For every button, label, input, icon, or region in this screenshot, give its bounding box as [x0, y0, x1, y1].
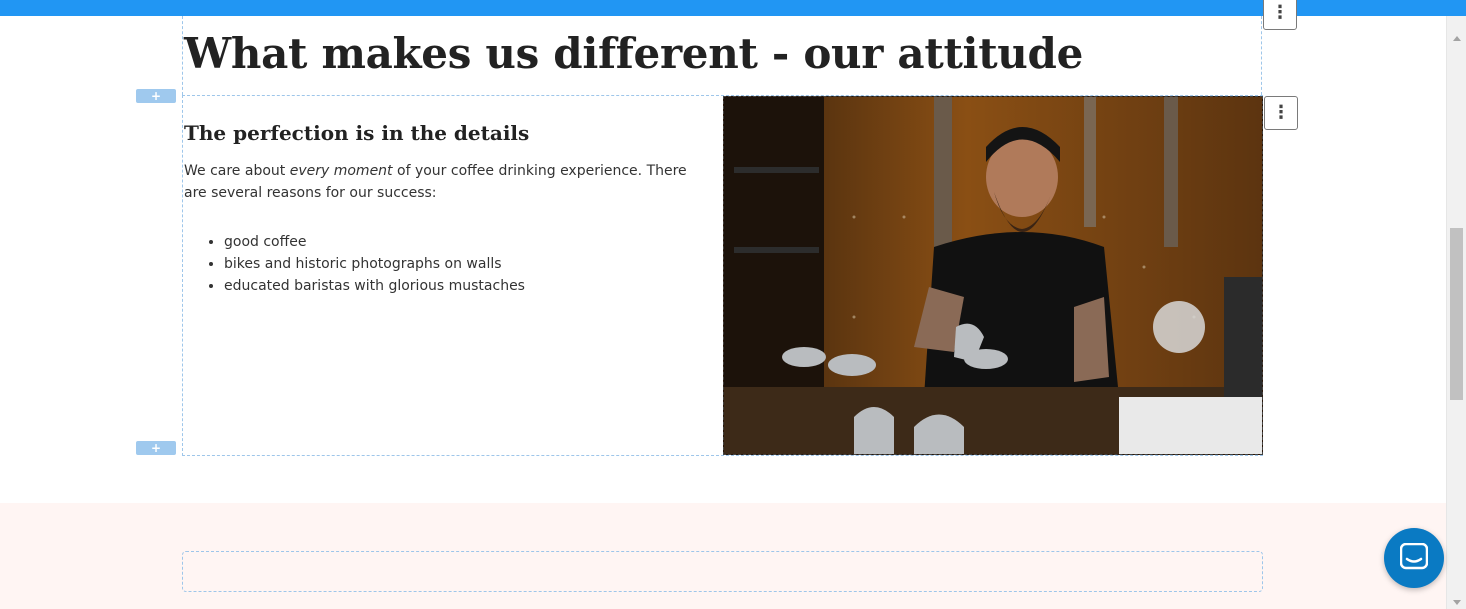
chat-icon	[1400, 543, 1428, 570]
scroll-thumb[interactable]	[1450, 228, 1463, 400]
paragraph-emphasis: every moment	[289, 163, 393, 179]
list-item: good coffee	[224, 231, 525, 253]
empty-block-placeholder[interactable]	[182, 551, 1263, 592]
add-block-button-bottom[interactable]: +	[136, 441, 176, 455]
barista-photo[interactable]	[723, 96, 1263, 455]
row-menu-button[interactable]: ⋮	[1264, 96, 1298, 130]
heading-block-menu-button[interactable]: ⋮	[1263, 0, 1297, 30]
list-item: educated baristas with glorious mustache…	[224, 275, 525, 297]
reasons-list: good coffee bikes and historic photograp…	[184, 231, 525, 297]
paragraph-start: We care about	[184, 163, 290, 179]
chat-launcher-button[interactable]	[1384, 528, 1444, 588]
add-block-button-top[interactable]: +	[136, 89, 176, 103]
top-bar	[0, 0, 1466, 16]
scroll-down-arrow-icon[interactable]	[1453, 600, 1461, 605]
scroll-up-arrow-icon[interactable]	[1453, 36, 1461, 41]
page-title: What makes us different - our attitude	[184, 29, 1084, 78]
section-subtitle: The perfection is in the details	[184, 121, 530, 145]
vertical-scrollbar[interactable]	[1446, 16, 1466, 609]
intro-paragraph: We care about every moment of your coffe…	[184, 160, 694, 204]
list-item: bikes and historic photographs on walls	[224, 253, 525, 275]
